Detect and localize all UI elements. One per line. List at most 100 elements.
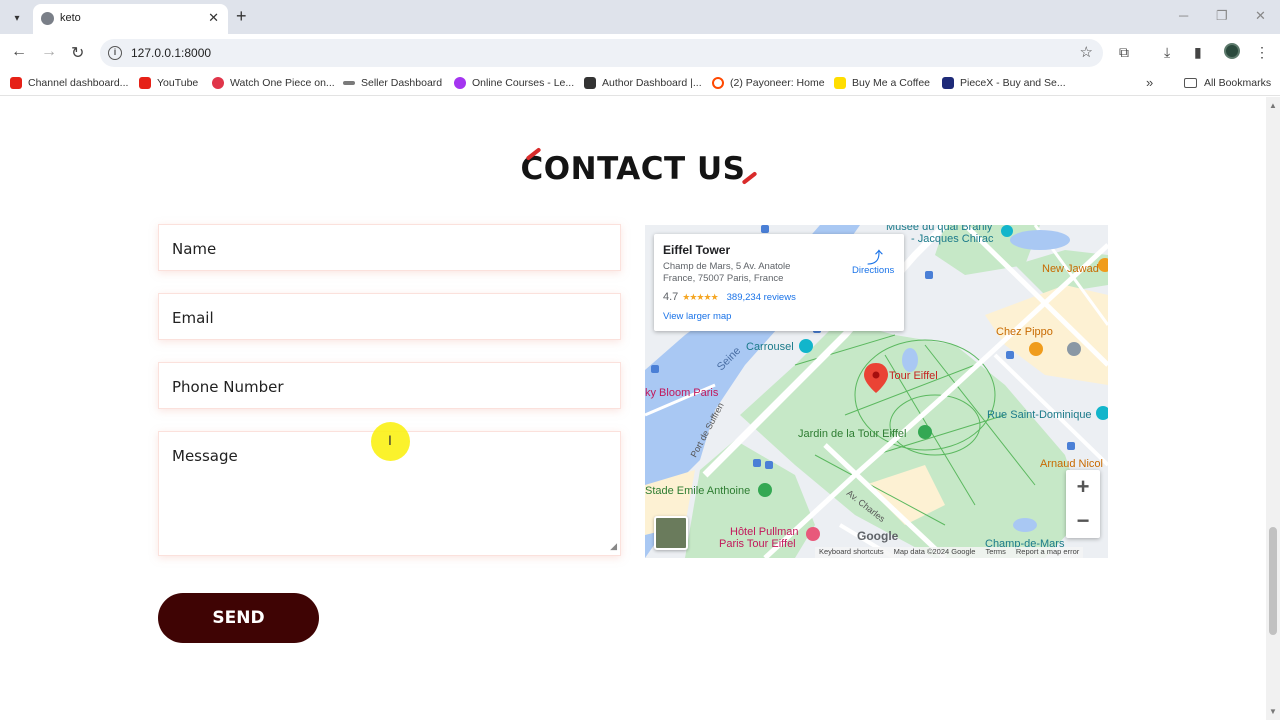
map-data-text: Map data ©2024 Google bbox=[893, 547, 976, 556]
email-placeholder: Email bbox=[172, 309, 214, 327]
bookmark-item[interactable]: PieceX - Buy and Se... bbox=[942, 77, 1066, 89]
message-placeholder: Message bbox=[172, 447, 238, 465]
author-icon bbox=[584, 77, 596, 89]
address-bar[interactable]: i 127.0.0.1:8000 ☆ bbox=[100, 39, 1103, 67]
payoneer-icon bbox=[712, 77, 724, 89]
star-rating-icon: ★★★★★ bbox=[682, 291, 718, 302]
map-label-carrousel: Carrousel bbox=[746, 341, 794, 353]
extensions-icon[interactable]: ⧉ bbox=[1119, 44, 1129, 61]
side-panel-icon[interactable]: ▮ bbox=[1194, 44, 1202, 61]
bookmark-item[interactable]: Channel dashboard... bbox=[10, 77, 128, 89]
page-scrollbar[interactable]: ▲ ▼ bbox=[1266, 97, 1280, 720]
map-label-stade: Stade Emile Anthoine bbox=[645, 485, 751, 497]
bookmark-item[interactable]: Author Dashboard |... bbox=[584, 77, 702, 89]
bookmark-label: Online Courses - Le... bbox=[472, 77, 575, 89]
name-placeholder: Name bbox=[172, 240, 217, 258]
bookmark-label: Seller Dashboard bbox=[361, 77, 443, 89]
piecex-icon bbox=[942, 77, 954, 89]
email-field[interactable]: Email bbox=[158, 293, 621, 340]
bookmarks-bar: Channel dashboard... YouTube Watch One P… bbox=[0, 72, 1280, 96]
restore-icon[interactable]: ❐ bbox=[1216, 8, 1228, 24]
all-bookmarks-button[interactable]: All Bookmarks bbox=[1184, 77, 1271, 89]
site-info-icon[interactable]: i bbox=[108, 46, 122, 60]
map-label-hotel-pullman-2: Paris Tour Eiffel bbox=[719, 538, 796, 550]
bookmark-star-icon[interactable]: ☆ bbox=[1080, 43, 1093, 61]
zoom-out-button[interactable]: − bbox=[1066, 504, 1100, 538]
resize-handle-icon[interactable]: ◢ bbox=[610, 541, 617, 552]
name-field[interactable]: Name bbox=[158, 224, 621, 271]
scroll-down-icon[interactable]: ▼ bbox=[1269, 707, 1277, 716]
menu-kebab-icon[interactable]: ⋮ bbox=[1255, 44, 1269, 61]
active-tab[interactable]: keto ✕ bbox=[33, 4, 228, 34]
scroll-up-icon[interactable]: ▲ bbox=[1269, 101, 1277, 110]
url-text: 127.0.0.1:8000 bbox=[131, 46, 212, 60]
window-close-icon[interactable]: ✕ bbox=[1255, 8, 1266, 24]
bookmark-item[interactable]: Online Courses - Le... bbox=[454, 77, 574, 89]
folder-icon bbox=[1184, 78, 1197, 88]
crunchyroll-icon bbox=[212, 77, 224, 89]
forward-arrow-icon[interactable]: → bbox=[41, 43, 57, 61]
globe-icon bbox=[41, 12, 54, 25]
bookmark-label: PieceX - Buy and Se... bbox=[960, 77, 1066, 89]
place-rating-row: 4.7 ★★★★★ 389,234 reviews bbox=[663, 291, 796, 303]
send-button[interactable]: SEND bbox=[158, 593, 319, 643]
google-map[interactable]: Musée du quai Branly - Jacques Chirac Ne… bbox=[645, 225, 1108, 558]
coffee-icon bbox=[834, 77, 846, 89]
map-label-tour-eiffel: Tour Eiffel bbox=[889, 370, 938, 382]
bookmark-item[interactable]: Seller Dashboard bbox=[343, 77, 442, 89]
back-arrow-icon[interactable]: ← bbox=[11, 43, 27, 61]
terms-link[interactable]: Terms bbox=[985, 547, 1005, 558]
text-cursor-icon: I bbox=[388, 432, 392, 448]
bookmark-label: (2) Payoneer: Home bbox=[730, 77, 825, 89]
all-bookmarks-label: All Bookmarks bbox=[1204, 77, 1272, 89]
bookmark-item[interactable]: YouTube bbox=[139, 77, 198, 89]
place-address: Champ de Mars, 5 Av. Anatole France, 750… bbox=[663, 261, 791, 284]
bookmark-item[interactable]: Buy Me a Coffee bbox=[834, 77, 930, 89]
keyboard-shortcuts-link[interactable]: Keyboard shortcuts bbox=[819, 547, 884, 558]
download-icon[interactable]: ⤓ bbox=[1164, 44, 1170, 61]
report-error-link[interactable]: Report a map error bbox=[1016, 547, 1079, 558]
satellite-toggle[interactable] bbox=[654, 516, 688, 550]
page-content: CONTACT US Name Email Phone Number Messa… bbox=[0, 97, 1266, 720]
bookmark-label: Channel dashboard... bbox=[28, 77, 129, 89]
udemy-icon bbox=[454, 77, 466, 89]
bookmark-label: YouTube bbox=[157, 77, 199, 89]
map-label-arnaud-nicol: Arnaud Nicol bbox=[1040, 458, 1103, 470]
map-label-hotel-pullman: Hôtel Pullman bbox=[730, 526, 799, 538]
map-label-chez-pippo: Chez Pippo bbox=[996, 326, 1053, 338]
close-tab-icon[interactable]: ✕ bbox=[208, 10, 219, 26]
map-label-jardin: Jardin de la Tour Eiffel bbox=[798, 428, 907, 440]
google-logo: Google bbox=[857, 529, 899, 543]
youtube-icon bbox=[139, 77, 151, 89]
reviews-link[interactable]: 389,234 reviews bbox=[727, 292, 796, 303]
view-larger-map-link[interactable]: View larger map bbox=[663, 311, 731, 322]
reload-icon[interactable]: ↻ bbox=[71, 43, 84, 63]
profile-avatar[interactable] bbox=[1224, 43, 1240, 59]
new-tab-button[interactable]: + bbox=[236, 6, 247, 27]
bookmark-label: Buy Me a Coffee bbox=[852, 77, 931, 89]
tab-search-button[interactable]: ▾ bbox=[6, 7, 28, 29]
zoom-in-button[interactable]: + bbox=[1066, 470, 1100, 504]
bookmark-label: Watch One Piece on... bbox=[230, 77, 335, 89]
phone-field[interactable]: Phone Number bbox=[158, 362, 621, 409]
phone-placeholder: Phone Number bbox=[172, 378, 284, 396]
place-title: Eiffel Tower bbox=[663, 243, 731, 257]
map-label-rue-st-dominique: Rue Saint-Dominique bbox=[987, 409, 1092, 421]
rating-value: 4.7 bbox=[663, 291, 679, 303]
map-label-sky-bloom: ky Bloom Paris bbox=[645, 387, 719, 399]
scroll-thumb[interactable] bbox=[1269, 527, 1277, 635]
bookmark-item[interactable]: Watch One Piece on... bbox=[212, 77, 335, 89]
more-bookmarks-icon[interactable]: » bbox=[1146, 75, 1153, 90]
zoom-controls: + − bbox=[1066, 470, 1100, 538]
tab-bar: ▾ keto ✕ + ─ ❐ ✕ bbox=[0, 0, 1280, 34]
seller-icon bbox=[343, 81, 355, 85]
youtube-icon bbox=[10, 77, 22, 89]
bookmark-item[interactable]: (2) Payoneer: Home bbox=[712, 77, 825, 89]
map-attribution: Keyboard shortcuts Map data ©2024 Google… bbox=[815, 547, 1084, 558]
browser-toolbar: ← → ↻ i 127.0.0.1:8000 ☆ ⧉ ⤓ ▮ ⋮ bbox=[0, 34, 1280, 72]
directions-link[interactable]: Directions bbox=[852, 265, 894, 276]
minimize-icon[interactable]: ─ bbox=[1179, 8, 1188, 23]
directions-icon[interactable]: ⤴ bbox=[866, 244, 884, 267]
map-label-musee: Musée du quai Branly bbox=[886, 225, 993, 233]
tab-title: keto bbox=[60, 12, 81, 24]
